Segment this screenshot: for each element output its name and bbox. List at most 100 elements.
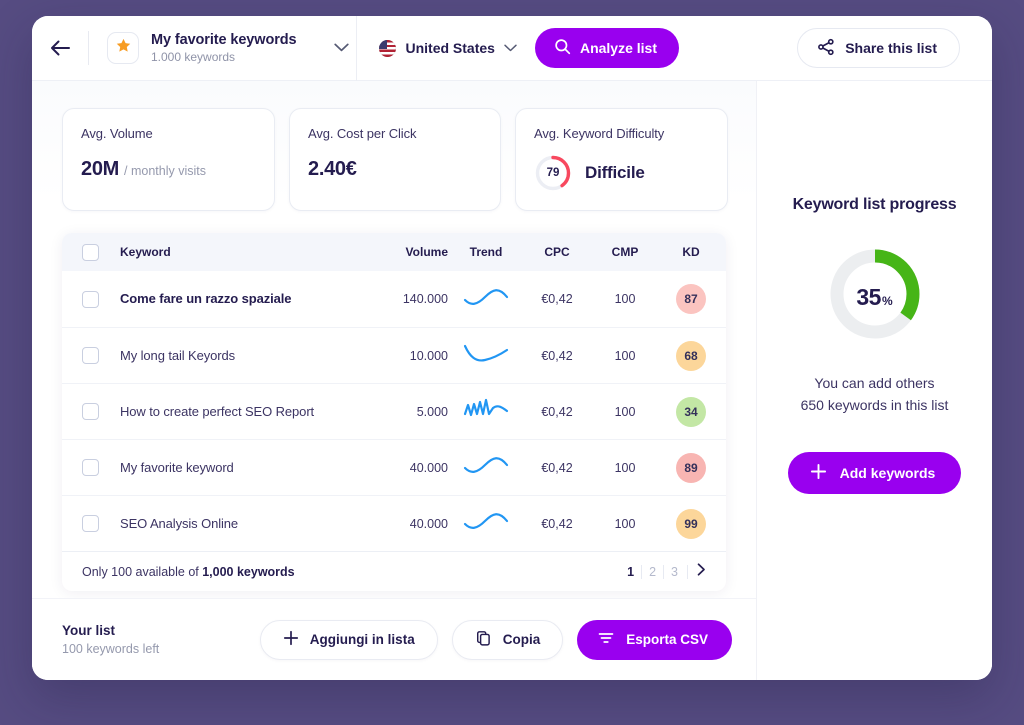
cell-kd: 34	[660, 396, 722, 427]
cell-keyword[interactable]: SEO Analysis Online	[120, 515, 370, 533]
share-list-label: Share this list	[845, 40, 937, 56]
row-checkbox-cell	[82, 459, 120, 476]
keyword-text: My long tail Keyords	[120, 347, 236, 363]
plus-icon	[283, 630, 299, 649]
stat-label: Avg. Cost per Click	[308, 126, 417, 141]
your-list-subtitle: 100 keywords left	[62, 642, 160, 656]
column-header-cpc[interactable]: CPC	[524, 245, 590, 259]
cell-cpc: €0,42	[541, 404, 573, 419]
sparkline-icon	[463, 344, 509, 370]
select-all-checkbox[interactable]	[82, 243, 99, 261]
your-list-block: Your list 100 keywords left	[62, 623, 159, 656]
back-button[interactable]	[32, 16, 88, 81]
row-checkbox-cell	[82, 290, 120, 308]
row-checkbox[interactable]	[82, 290, 99, 308]
cell-trend	[448, 396, 524, 427]
copy-button[interactable]: Copia	[451, 619, 564, 660]
table-row[interactable]: SEO Analysis Online 40.000 €0,42 100 99	[62, 495, 726, 551]
sidebar-title: Keyword list progress	[792, 196, 957, 213]
chevron-down-icon	[504, 39, 517, 57]
row-checkbox-cell	[82, 403, 120, 420]
country-selector[interactable]: United States	[357, 16, 530, 81]
keyword-difficulty-value: 79	[546, 167, 560, 179]
table-footer: Only 100 available of 1,000 keywords 123	[62, 551, 726, 591]
page-number[interactable]: 3	[663, 564, 685, 579]
progress-symbol: %	[881, 294, 893, 308]
cell-keyword[interactable]: Come fare un razzo spaziale	[120, 290, 370, 308]
keyword-text: How to create perfect SEO Report	[120, 403, 315, 419]
cell-volume: 40.000	[409, 516, 448, 531]
row-checkbox-cell	[82, 515, 120, 532]
column-header-cmp[interactable]: CMP	[590, 245, 660, 259]
table-row[interactable]: My long tail Keyords 10.000 €0,42 100 68	[62, 327, 726, 383]
share-area: Share this list	[763, 16, 992, 81]
keyword-difficulty-gauge: 79	[534, 154, 572, 192]
chevron-down-icon	[334, 39, 349, 57]
next-page-button[interactable]	[687, 562, 708, 579]
cell-cmp: 100	[614, 348, 636, 363]
stats-row: Avg. Volume 20M / monthly visits Avg. Co…	[32, 81, 756, 211]
cell-cpc: €0,42	[541, 516, 573, 531]
header-bar: My favorite keywords 1.000 keywords Unit…	[32, 16, 992, 81]
country-label: United States	[405, 40, 495, 56]
stat-value: 20M	[81, 158, 120, 180]
progress-donut: 35 %	[827, 246, 923, 342]
favorite-star-box[interactable]	[107, 32, 139, 64]
column-header-kd[interactable]: KD	[660, 245, 722, 259]
table-row[interactable]: How to create perfect SEO Report 5.000 €0,…	[62, 383, 726, 439]
star-icon	[115, 37, 132, 59]
add-to-list-label: Aggiungi in lista	[309, 632, 415, 647]
page-number[interactable]: 2	[641, 564, 663, 579]
add-keywords-button[interactable]: Add keywords	[787, 452, 962, 495]
sidebar-progress-panel: Keyword list progress 35 % You can add o…	[757, 81, 992, 680]
column-header-keyword[interactable]: Keyword	[120, 245, 370, 259]
table-body: Come fare un razzo spaziale 140.000 €0,42 1…	[62, 271, 726, 551]
cell-keyword[interactable]: How to create perfect SEO Report	[120, 403, 370, 421]
keywords-table: Keyword Volume Trend CPC CMP KD Come far…	[62, 233, 726, 591]
add-to-list-button[interactable]: Aggiungi in lista	[259, 619, 438, 660]
stat-card-volume: Avg. Volume 20M / monthly visits	[62, 108, 275, 211]
analyze-list-button[interactable]: Analyze list	[534, 28, 679, 68]
stat-value: 2.40€	[308, 158, 357, 180]
add-keywords-label: Add keywords	[839, 465, 936, 482]
cell-kd: 68	[660, 340, 722, 371]
bottom-action-bar: Your list 100 keywords left Aggiungi in …	[32, 598, 756, 680]
row-checkbox[interactable]	[82, 515, 99, 532]
cell-volume: 140.000	[402, 292, 448, 306]
table-row[interactable]: Come fare un razzo spaziale 140.000 €0,42 1…	[62, 271, 726, 327]
cell-cpc: €0,42	[541, 348, 573, 363]
share-list-button[interactable]: Share this list	[797, 28, 960, 68]
cell-cmp: 100	[614, 292, 636, 306]
list-dropdown-button[interactable]	[326, 16, 356, 81]
cell-trend	[448, 452, 524, 483]
sparkline-icon	[463, 288, 509, 314]
cell-keyword[interactable]: My favorite keyword	[120, 459, 370, 477]
row-checkbox[interactable]	[82, 403, 99, 420]
cell-kd: 87	[660, 284, 722, 314]
progress-label: 35 %	[827, 246, 923, 342]
page-number[interactable]: 1	[620, 565, 641, 579]
kd-badge: 34	[676, 396, 706, 427]
export-csv-button[interactable]: Esporta CSV	[577, 619, 732, 660]
search-icon	[554, 38, 571, 58]
sidebar-note: You can add others 650 keywords in this …	[801, 372, 949, 416]
keyword-text: My favorite keyword	[120, 459, 234, 475]
share-icon	[817, 38, 835, 59]
column-header-trend[interactable]: Trend	[448, 245, 524, 259]
column-header-volume[interactable]: Volume	[370, 245, 448, 259]
us-flag-icon	[379, 39, 397, 57]
table-row[interactable]: My favorite keyword 40.000 €0,42 100 89	[62, 439, 726, 495]
app-window: My favorite keywords 1.000 keywords Unit…	[32, 16, 992, 680]
cell-keyword[interactable]: My long tail Keyords	[120, 347, 370, 365]
keyword-difficulty-word: Difficile	[585, 163, 645, 182]
availability-text: Only 100 available of 1,000 keywords	[82, 565, 295, 579]
export-csv-label: Esporta CSV	[626, 632, 708, 647]
plus-icon	[810, 463, 827, 483]
row-checkbox[interactable]	[82, 459, 99, 476]
body-split: Avg. Volume 20M / monthly visits Avg. Co…	[32, 81, 992, 680]
stat-card-keyword-difficulty: Avg. Keyword Difficulty 79 Difficile	[515, 108, 728, 211]
cell-volume: 10.000	[409, 348, 448, 363]
list-subtitle: 1.000 keywords	[151, 50, 236, 65]
row-checkbox[interactable]	[82, 347, 99, 364]
main-column: Avg. Volume 20M / monthly visits Avg. Co…	[32, 81, 757, 680]
